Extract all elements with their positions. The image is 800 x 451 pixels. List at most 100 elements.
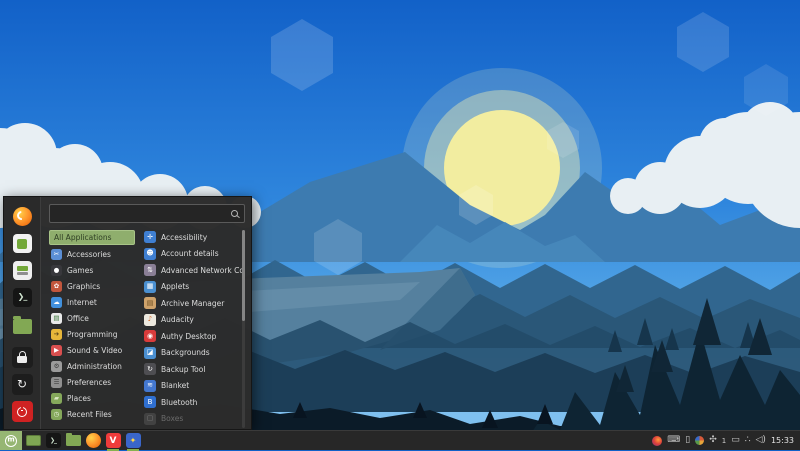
terminal-button[interactable] <box>11 287 33 308</box>
shutdown-button[interactable] <box>11 401 33 422</box>
files-icon <box>13 319 32 334</box>
app-item-boxes[interactable]: ▢Boxes <box>144 411 245 428</box>
mint-logo-icon <box>5 435 17 447</box>
volume-icon[interactable]: ◁) <box>756 436 766 445</box>
app-label: Audacity <box>161 315 194 324</box>
app-item-blanket[interactable]: ≋Blanket <box>144 378 245 395</box>
firefox-icon <box>13 207 32 226</box>
system-tray: ⌨▯✣1▭∴◁) <box>652 436 766 446</box>
show-desktop-icon <box>26 435 41 446</box>
app-item-accessibility[interactable]: ✛Accessibility <box>144 229 245 246</box>
indicator-circle-icon[interactable] <box>652 436 662 446</box>
files-launcher[interactable] <box>64 431 82 451</box>
category-label: Places <box>67 394 91 403</box>
colorwheel-icon[interactable] <box>695 436 704 445</box>
category-item-games[interactable]: ●Games <box>49 262 139 278</box>
firefox-button[interactable] <box>11 206 33 227</box>
applets-icon: ▦ <box>144 281 156 293</box>
app-item-applets[interactable]: ▦ Applets <box>144 279 245 296</box>
update-manager-button[interactable] <box>11 260 33 281</box>
paw-icon[interactable]: ✣ <box>709 436 717 445</box>
places-icon: ▰ <box>51 393 62 404</box>
apps-panel: ✛Accessibility☻Account details⇅ Advanced … <box>139 229 245 429</box>
vivaldi-icon: V <box>106 433 121 448</box>
mint-menu: All Applications ✂Accessories●Games ✿ Graph… <box>3 196 252 430</box>
category-item-accessories[interactable]: ✂Accessories <box>49 246 139 262</box>
search-bar[interactable] <box>49 204 245 223</box>
category-item-internet[interactable]: ☁ Internet <box>49 294 139 310</box>
files-icon <box>66 435 81 446</box>
terminal-icon <box>13 288 32 307</box>
app-label: Boxes <box>161 414 183 423</box>
taskbar: V✦ ⌨▯✣1▭∴◁) 15:33 <box>0 430 800 450</box>
category-item-office[interactable]: ▤Office <box>49 310 139 326</box>
category-label: Accessories <box>67 250 111 259</box>
app-item-backup-tool[interactable]: ↻Backup Tool <box>144 361 245 378</box>
logout-button[interactable] <box>11 374 33 395</box>
network-icon[interactable]: ∴ <box>745 436 751 445</box>
blue-app-icon: ✦ <box>126 433 141 448</box>
games-icon: ● <box>51 265 62 276</box>
launcher-area: V✦ <box>24 431 142 450</box>
category-label: All Applications <box>54 233 112 242</box>
category-label: Internet <box>67 298 97 307</box>
app-item-advanced-network-configuration[interactable]: ⇅ Advanced Network Configuration <box>144 262 245 279</box>
terminal-icon <box>46 433 61 448</box>
terminal-launcher[interactable] <box>44 431 62 451</box>
keyboard-icon[interactable]: ⌨ <box>667 436 680 445</box>
accessibility-icon: ✛ <box>144 231 156 243</box>
category-label: Preferences <box>67 378 111 387</box>
sound-video-icon: ▶ <box>51 345 62 356</box>
search-input[interactable] <box>55 208 231 219</box>
vivaldi-launcher[interactable]: V <box>104 431 122 451</box>
apps-scrollbar-thumb[interactable] <box>242 230 245 321</box>
firefox-icon <box>86 433 101 448</box>
authy-icon: ◉ <box>144 330 156 342</box>
category-item-graphics[interactable]: ✿ Graphics <box>49 278 139 294</box>
category-item-places[interactable]: ▰ Places <box>49 390 139 406</box>
category-label: Graphics <box>67 282 100 291</box>
blue-app-launcher[interactable]: ✦ <box>124 431 142 451</box>
app-item-bluetooth[interactable]: BBluetooth <box>144 394 245 411</box>
menu-favorites-column <box>4 197 41 429</box>
update-manager-icon <box>13 261 32 280</box>
app-item-authy-desktop[interactable]: ◉ Authy Desktop <box>144 328 245 345</box>
files-button[interactable] <box>11 314 33 335</box>
app-item-archive-manager[interactable]: ▤Archive Manager <box>144 295 245 312</box>
category-item-all-applications[interactable]: All Applications <box>49 230 135 245</box>
app-item-audacity[interactable]: ♪Audacity <box>144 312 245 329</box>
app-item-account-details[interactable]: ☻Account details <box>144 246 245 263</box>
app-label: Advanced Network Configuration <box>161 266 245 275</box>
category-list: All Applications ✂Accessories●Games ✿ Graph… <box>49 229 139 429</box>
menu-main: All Applications ✂Accessories●Games ✿ Graph… <box>41 197 251 429</box>
app-label: Backgrounds <box>161 348 210 357</box>
category-item-sound-video[interactable]: ▶Sound & Video <box>49 342 139 358</box>
category-item-recent-files[interactable]: ◷Recent Files <box>49 406 139 422</box>
app-label: Applets <box>161 282 189 291</box>
office-icon: ▤ <box>51 313 62 324</box>
app-item-backgrounds[interactable]: ◪ Backgrounds <box>144 345 245 362</box>
category-item-administration[interactable]: ⚙Administration <box>49 358 139 374</box>
software-manager-icon <box>13 234 32 253</box>
menu-button[interactable] <box>0 431 22 450</box>
clock[interactable]: 15:33 <box>771 436 794 445</box>
graphics-icon: ✿ <box>51 281 62 292</box>
category-label: Recent Files <box>67 410 112 419</box>
category-item-preferences[interactable]: ☰Preferences <box>49 374 139 390</box>
clipboard-icon[interactable]: ▯ <box>685 436 690 445</box>
software-manager-button[interactable] <box>11 233 33 254</box>
lock-screen-button[interactable] <box>11 347 33 368</box>
show-desktop-launcher[interactable] <box>24 431 42 451</box>
backgrounds-icon: ◪ <box>144 347 156 359</box>
display-icon[interactable]: ▭ <box>731 436 740 445</box>
account-details-icon: ☻ <box>144 248 156 260</box>
app-label: Authy Desktop <box>161 332 216 341</box>
apps-scrollbar[interactable] <box>242 230 245 428</box>
category-item-programming[interactable]: ➔Programming <box>49 326 139 342</box>
logout-icon <box>12 374 33 395</box>
archive-manager-icon: ▤ <box>144 297 156 309</box>
firefox-launcher[interactable] <box>84 431 102 451</box>
network-config-icon: ⇅ <box>144 264 156 276</box>
internet-icon: ☁ <box>51 297 62 308</box>
bluetooth-icon: B <box>144 396 156 408</box>
